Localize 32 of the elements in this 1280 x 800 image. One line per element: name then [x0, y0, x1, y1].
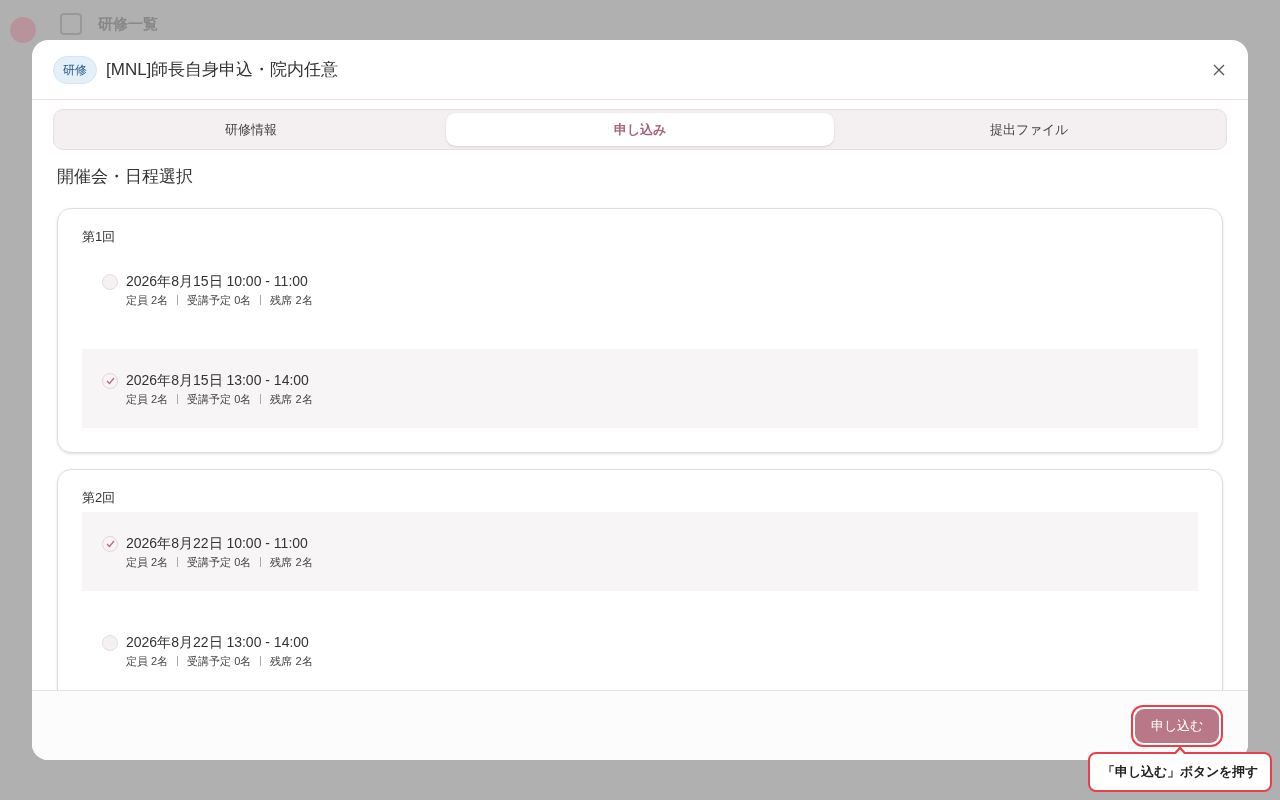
capacity-text: 定員 2名 [126, 392, 169, 406]
check-icon [105, 377, 115, 385]
session-label: 第2回 [82, 489, 117, 507]
planned-text: 受講予定 0名 [187, 392, 252, 406]
capacity-text: 定員 2名 [126, 653, 169, 668]
remaining-text: 残席 2名 [270, 554, 313, 569]
remaining-text: 残席 2名 [270, 392, 313, 406]
tab[interactable]: 提出ファイル [834, 113, 1223, 146]
check-icon [105, 539, 115, 548]
checkbox[interactable] [102, 373, 118, 389]
slot-datetime: 2026年8月22日 10:00 - 11:00 [126, 533, 309, 552]
dialog-title: [MNL]師長自身申込・院内任意 [106, 58, 339, 81]
session-label: 第1回 [82, 227, 117, 246]
app-logo [10, 17, 36, 43]
planned-text: 受講予定 0名 [187, 653, 252, 668]
section-title: 開催会・日程選択 [57, 166, 194, 188]
slot-datetime: 2026年8月15日 10:00 - 11:00 [126, 272, 309, 290]
capacity-text: 定員 2名 [126, 293, 169, 307]
capacity-text: 定員 2名 [126, 554, 169, 569]
slot-datetime: 2026年8月15日 13:00 - 14:00 [126, 371, 310, 389]
planned-text: 受講予定 0名 [187, 554, 252, 569]
planned-text: 受講予定 0名 [187, 293, 252, 307]
checkbox[interactable] [102, 274, 118, 290]
tab[interactable]: 申し込み [445, 113, 835, 146]
remaining-text: 残席 2名 [270, 653, 313, 668]
category-tag: 研修 [53, 55, 97, 84]
checkbox[interactable] [102, 634, 118, 651]
callout-text: 「申し込む」ボタンを押す [1102, 763, 1258, 782]
remaining-text: 残席 2名 [270, 293, 313, 307]
checkbox[interactable] [102, 535, 118, 552]
slot-datetime: 2026年8月22日 13:00 - 14:00 [126, 632, 310, 651]
tab[interactable]: 研修情報 [57, 113, 446, 146]
